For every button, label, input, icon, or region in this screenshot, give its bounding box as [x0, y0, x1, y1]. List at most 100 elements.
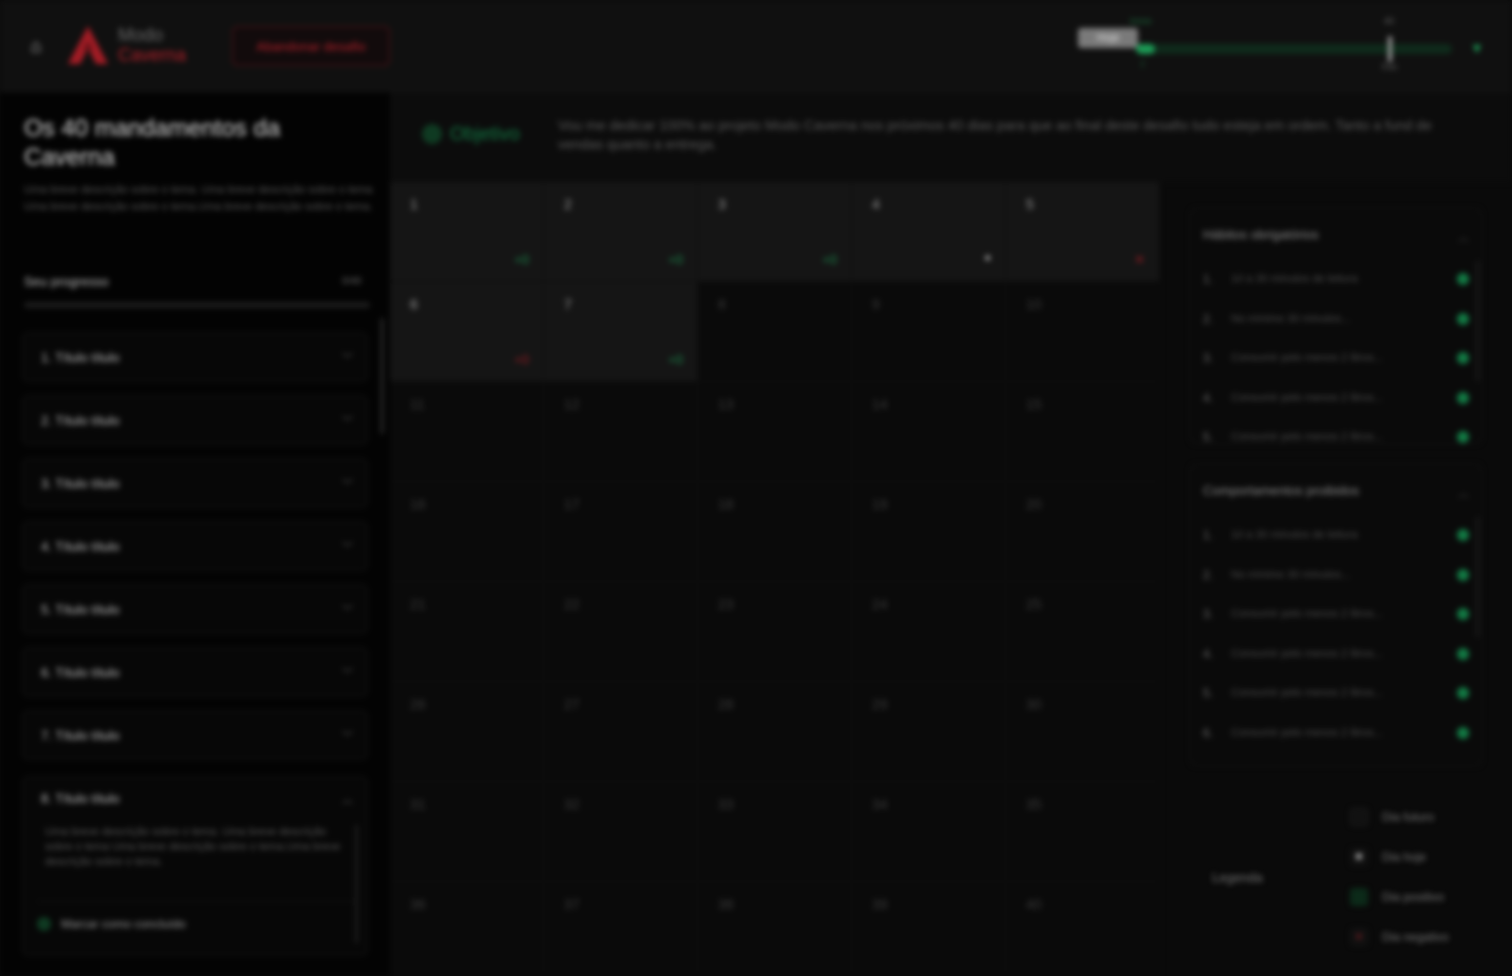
chevron-down-icon[interactable]: ﹀	[342, 665, 353, 681]
day-number: 17	[564, 496, 580, 512]
habit-item[interactable]: 1. 10 a 30 minutos de leitura	[1203, 525, 1471, 545]
home-icon[interactable]: ⌂	[24, 34, 48, 58]
calendar-day[interactable]: 27	[544, 682, 698, 782]
calendar-day[interactable]: 20	[1006, 482, 1160, 582]
calendar-day[interactable]: 7 +0	[544, 282, 698, 382]
check-circle-icon[interactable]	[1457, 608, 1469, 620]
check-circle-icon[interactable]	[1457, 312, 1469, 325]
habit-item[interactable]: 1. 10 a 30 minutos de leitura	[1203, 269, 1471, 289]
calendar-day[interactable]: 6 +0	[390, 282, 544, 382]
calendar-day[interactable]: 17	[544, 482, 698, 582]
habit-item[interactable]: 4. Consumir pelo menos 2 litros...	[1203, 388, 1471, 408]
habit-item[interactable]: 3. Consumir pelo menos 2 litros...	[1203, 604, 1471, 624]
commandment-item[interactable]: 4. Título título ﹀	[22, 521, 368, 571]
calendar-day[interactable]: 40	[1006, 882, 1160, 976]
check-circle-icon[interactable]	[1457, 431, 1469, 443]
day-number: 6	[410, 296, 418, 312]
calendar-day[interactable]: 28	[698, 682, 852, 782]
chevron-down-icon[interactable]: ﹀	[342, 602, 353, 618]
check-circle-icon[interactable]	[1457, 391, 1469, 404]
check-circle-icon[interactable]	[1457, 647, 1469, 660]
calendar-day[interactable]: 10	[1006, 282, 1160, 382]
calendar-day[interactable]: 36	[390, 882, 544, 976]
calendar-day[interactable]: 37	[544, 882, 698, 976]
commandment-item[interactable]: 5. Título título ﹀	[22, 584, 368, 634]
calendar-day[interactable]: 2 +0	[544, 182, 698, 282]
habit-item[interactable]: 5. Consumir pelo menos 2 litros...	[1203, 427, 1471, 443]
habit-item[interactable]: 5. Consumir pelo menos 2 litros...	[1203, 683, 1471, 703]
check-circle-icon[interactable]	[1457, 529, 1469, 541]
calendar-day[interactable]: 31	[390, 782, 544, 882]
day-result-mark: +0	[668, 252, 683, 267]
abandon-challenge-button[interactable]: Abandonar desafio	[232, 26, 390, 66]
habit-item[interactable]: 4. Consumir pelo menos 2 litros...	[1203, 644, 1471, 664]
calendar-day[interactable]: 21	[390, 582, 544, 682]
calendar-day[interactable]: 5 ✕	[1006, 182, 1160, 282]
sidebar-scrollbar[interactable]	[380, 318, 384, 434]
calendar-day[interactable]: 38	[698, 882, 852, 976]
habit-item[interactable]: 2. No mínimo 30 minutos...	[1203, 309, 1471, 329]
habit-item[interactable]: 3. Consumir pelo menos 2 litros...	[1203, 348, 1471, 368]
calendar-day[interactable]: 24	[852, 582, 1006, 682]
calendar-day[interactable]: 12	[544, 382, 698, 482]
calendar-day[interactable]: 30	[1006, 682, 1160, 782]
day-number: 12	[564, 396, 580, 412]
calendar-day[interactable]: 35	[1006, 782, 1160, 882]
calendar-day[interactable]: 39	[852, 882, 1006, 976]
calendar-day[interactable]: 26	[390, 682, 544, 782]
check-circle-icon[interactable]	[1457, 352, 1469, 364]
logo[interactable]: Modo Caverna	[66, 24, 186, 66]
chevron-down-icon[interactable]: ﹀	[342, 413, 353, 429]
habit-item[interactable]: 2. No mínimo 30 minutos...	[1203, 565, 1471, 585]
check-circle-icon[interactable]	[1457, 687, 1469, 699]
habit-item[interactable]: 7.Consumir pelo menos 2 litros...	[1203, 762, 1471, 765]
commandment-item[interactable]: 6. Título título ﹀	[22, 647, 368, 697]
calendar-day[interactable]: 3 +0	[698, 182, 852, 282]
calendar-day[interactable]: 18	[698, 482, 852, 582]
habits-scrollbar[interactable]	[1476, 261, 1479, 381]
forbidden-scrollbar[interactable]	[1476, 517, 1479, 637]
chevron-down-icon[interactable]: ﹀	[342, 728, 353, 744]
chevron-up-icon[interactable]: ︿	[342, 791, 353, 807]
calendar-day[interactable]: 1 +0	[390, 182, 544, 282]
habits-title: Hábitos obrigatórios	[1203, 227, 1319, 242]
commandment-item[interactable]: 2. Título título ﹀	[22, 395, 368, 445]
check-circle-icon[interactable]	[1457, 273, 1469, 285]
calendar-day[interactable]: 33	[698, 782, 852, 882]
chevron-down-icon[interactable]: ﹀	[342, 350, 353, 366]
calendar-day[interactable]: 4 ●	[852, 182, 1006, 282]
calendar-day[interactable]: 14	[852, 382, 1006, 482]
progress-marker[interactable]	[1388, 36, 1392, 62]
calendar-day[interactable]: 9	[852, 282, 1006, 382]
check-circle-icon[interactable]	[1457, 568, 1469, 581]
calendar-day[interactable]: 34	[852, 782, 1006, 882]
calendar-day[interactable]: 25	[1006, 582, 1160, 682]
habit-item[interactable]: 6. Consumir pelo menos 2 litros...	[1203, 723, 1471, 743]
chevron-down-icon[interactable]: ▼	[1470, 40, 1484, 56]
mark-complete-button[interactable]: Marcar como concluído	[37, 917, 186, 931]
calendar-day[interactable]: 32	[544, 782, 698, 882]
commandment-item[interactable]: 3. Título título ﹀	[22, 458, 368, 508]
calendar-day[interactable]: 11	[390, 382, 544, 482]
chevron-up-icon[interactable]: ︿	[1458, 229, 1469, 245]
commandment-item[interactable]: 7. Título título ﹀	[22, 710, 368, 760]
commandments-sidebar: Os 40 mandamentos da Caverna Uma breve d…	[0, 92, 390, 976]
commandment-item-open[interactable]: 8. Título título ︿ Uma breve descrição s…	[22, 776, 368, 956]
commandment-item[interactable]: 1. Título título ﹀	[22, 332, 368, 382]
calendar-day[interactable]: 13	[698, 382, 852, 482]
chevron-down-icon[interactable]: ﹀	[342, 476, 353, 492]
calendar-day[interactable]: 8	[698, 282, 852, 382]
objective-label: Objetivo	[450, 124, 520, 145]
day-number: 37	[564, 896, 580, 912]
calendar-day[interactable]: 15	[1006, 382, 1160, 482]
check-circle-icon[interactable]	[1457, 726, 1469, 739]
chevron-up-icon[interactable]: ︿	[1458, 485, 1469, 501]
calendar-day[interactable]: 23	[698, 582, 852, 682]
chevron-down-icon[interactable]: ﹀	[342, 539, 353, 555]
calendar-day[interactable]: 22	[544, 582, 698, 682]
calendar-day[interactable]: 29	[852, 682, 1006, 782]
commandment-scrollbar[interactable]	[355, 825, 358, 943]
habits-panel: Hábitos obrigatórios ︿ 1. 10 a 30 minutos…	[1190, 208, 1482, 444]
calendar-day[interactable]: 16	[390, 482, 544, 582]
calendar-day[interactable]: 19	[852, 482, 1006, 582]
